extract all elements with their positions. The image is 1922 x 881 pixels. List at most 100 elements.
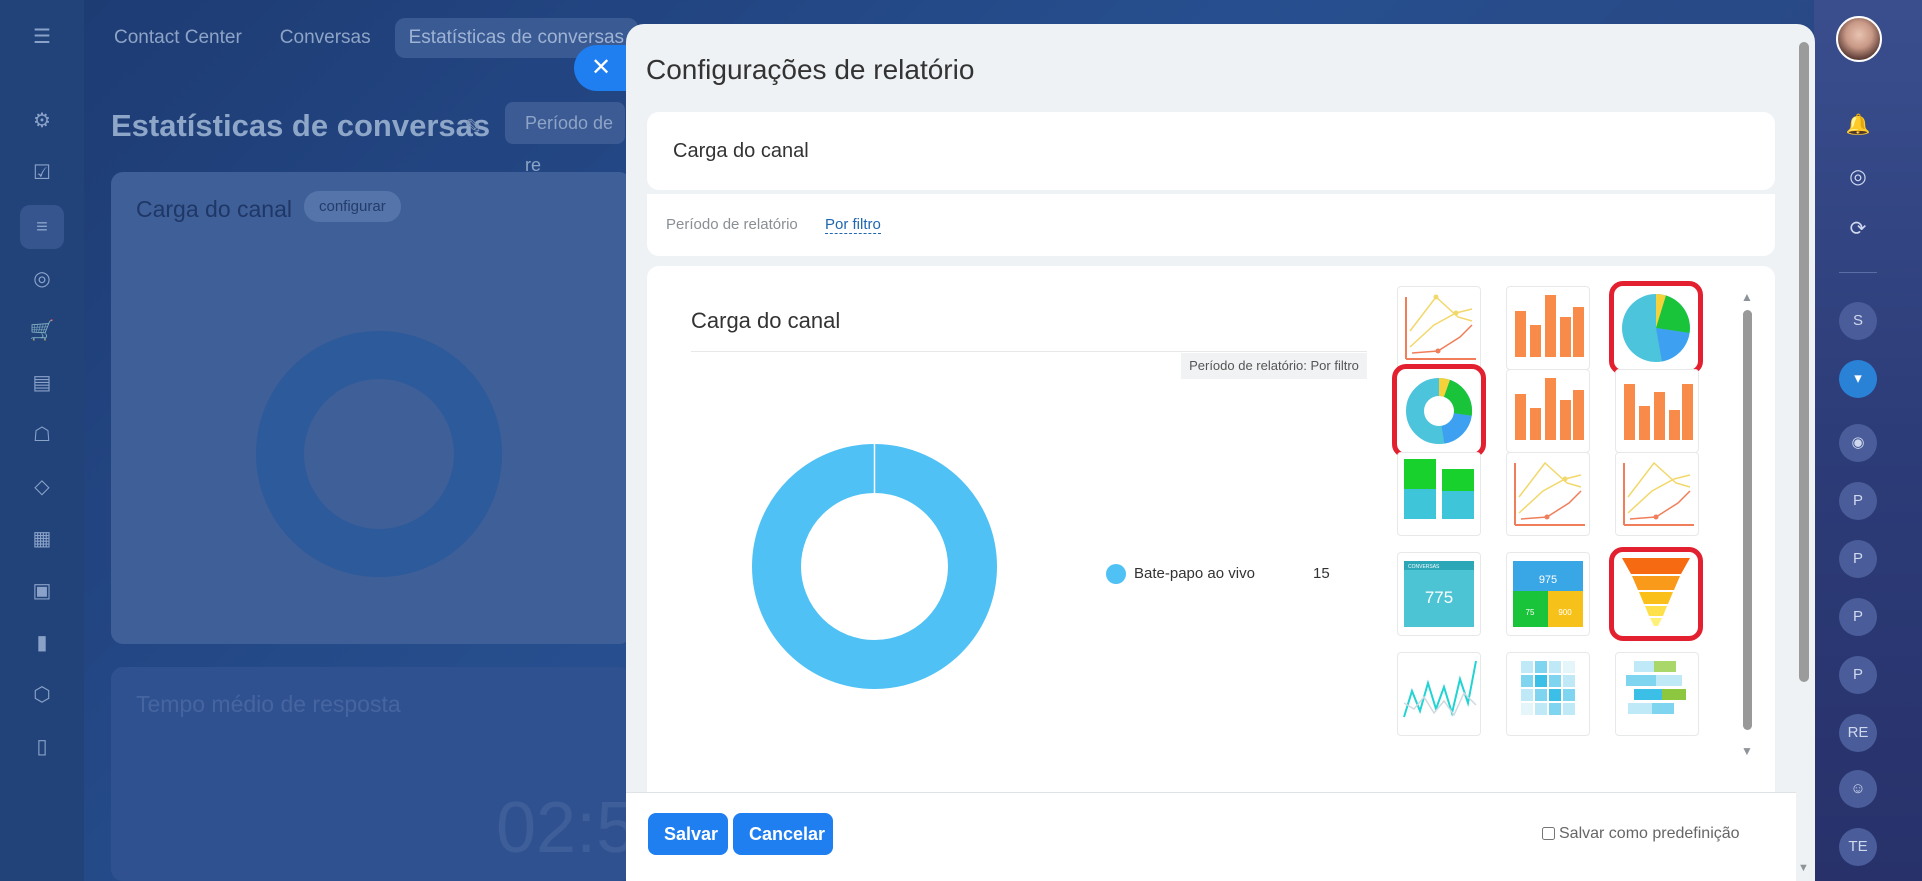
column-chart-thumb-icon <box>1515 378 1584 440</box>
save-button[interactable]: Salvar <box>648 813 728 855</box>
card-donut-chart <box>256 331 502 577</box>
view-grouped-bar-chart[interactable] <box>1615 369 1699 453</box>
view-gantt[interactable] <box>1615 652 1699 736</box>
view-number-block[interactable]: CONVERSAS 775 <box>1397 552 1481 636</box>
line-chart-thumb-icon <box>1405 294 1476 360</box>
bar-chart-thumb-icon <box>1515 295 1584 357</box>
pin-icon[interactable]: ✎ <box>465 114 482 139</box>
report-settings-panel: Configurações de relatório Período de re… <box>626 24 1815 881</box>
contact-avatar-p4[interactable]: P <box>1839 656 1877 694</box>
scroll-down-icon[interactable]: ▼ <box>1741 744 1753 758</box>
kpi-left-value: 75 <box>1526 608 1535 617</box>
contact-avatar-s[interactable]: S <box>1839 302 1877 340</box>
doughnut-thumb-icon <box>1406 378 1473 444</box>
period-filter-link[interactable]: Por filtro <box>825 216 881 234</box>
number-block-label: CONVERSAS <box>1408 564 1440 570</box>
report-name-input[interactable] <box>647 112 1775 190</box>
view-type-gallery: CONVERSAS 775 975 75 900 <box>1392 281 1737 826</box>
cart-icon[interactable]: 🛒 <box>25 314 59 348</box>
user-avatar[interactable] <box>1836 16 1882 62</box>
save-as-preset-label: Salvar como predefinição <box>1559 825 1740 842</box>
view-heatmap[interactable] <box>1506 652 1590 736</box>
view-multi-line-chart[interactable] <box>1506 452 1590 536</box>
scroll-up-icon[interactable]: ▲ <box>1741 290 1753 304</box>
bell-icon[interactable]: 🔔 <box>1839 106 1877 144</box>
contact-avatar-p3[interactable]: P <box>1839 598 1877 636</box>
panel-title: Configurações de relatório <box>646 54 975 85</box>
view-pie-chart[interactable] <box>1609 281 1703 375</box>
donut-segment-bate-papo <box>752 444 997 689</box>
view-bar-chart[interactable] <box>1506 286 1590 370</box>
contact-avatar-cat[interactable]: ☺ <box>1839 770 1877 808</box>
filter-button[interactable]: Período de re <box>505 102 625 175</box>
robot-icon[interactable]: ☖ <box>25 418 59 452</box>
view-line-chart[interactable] <box>1397 286 1481 370</box>
analytics-icon[interactable]: ▮ <box>25 626 59 660</box>
close-panel-button[interactable]: ✕ <box>574 45 628 91</box>
card-title: Carga do canal <box>136 196 292 222</box>
view-trend-line[interactable] <box>1397 652 1481 736</box>
configure-button[interactable]: configurar <box>304 191 401 222</box>
doughnut-chart <box>752 444 997 689</box>
smooth-line-thumb-icon <box>1623 461 1694 526</box>
heatmap-thumb-icon <box>1521 661 1575 715</box>
kpi-right-value: 900 <box>1558 608 1572 617</box>
view-funnel-chart[interactable] <box>1609 547 1703 641</box>
period-card: Período de relatório Por filtro <box>647 194 1775 256</box>
report-card-response-time: Tempo médio de resposta 02:5 <box>111 667 636 881</box>
card-icon[interactable]: ▤ <box>25 366 59 400</box>
kpi-grid-thumb-icon: 975 75 900 <box>1513 561 1583 627</box>
divider <box>691 351 1367 352</box>
contact-avatar-re[interactable]: RE <box>1839 714 1877 752</box>
cancel-button[interactable]: Cancelar <box>733 813 833 855</box>
legend-label: Bate-papo ao vivo <box>1134 565 1255 582</box>
legend-value: 15 <box>1313 565 1330 582</box>
tasks-icon[interactable]: ☑ <box>25 156 59 190</box>
funnel-nav-icon[interactable]: ≡ <box>20 205 64 249</box>
view-doughnut-chart[interactable] <box>1392 364 1486 458</box>
contact-avatar-p2[interactable]: P <box>1839 540 1877 578</box>
preview-card: Carga do canal Período de relatório: Por… <box>647 266 1775 826</box>
report-card-channel-load: Carga do canal configurar <box>111 172 631 644</box>
view-column-chart[interactable] <box>1506 369 1590 453</box>
scroll-thumb[interactable] <box>1743 310 1752 730</box>
contact-avatar-p1[interactable]: P <box>1839 482 1877 520</box>
stacked-bar-thumb-icon <box>1404 459 1474 519</box>
save-as-preset-checkbox[interactable] <box>1542 827 1555 840</box>
contact-avatar-te[interactable]: TE <box>1839 828 1877 866</box>
right-sidebar: 🔔 ◎ ⟳ S ▾ ◉ P P P P RE ☺ TE <box>1814 0 1922 881</box>
panel-scrollbar[interactable] <box>1799 42 1809 682</box>
sync-icon[interactable]: ⟳ <box>1839 210 1877 248</box>
page-title: Estatísticas de conversas <box>111 108 491 143</box>
radar-icon[interactable]: ◎ <box>1839 158 1877 196</box>
trend-line-thumb-icon <box>1403 660 1477 718</box>
kpi-main-value: 975 <box>1539 574 1557 586</box>
period-label: Período de relatório <box>666 216 798 233</box>
bookmark-icon[interactable]: ▾ <box>1839 360 1877 398</box>
target-icon[interactable]: ◎ <box>25 262 59 296</box>
panel-scroll-down-icon[interactable]: ▼ <box>1798 862 1809 874</box>
box-icon[interactable]: ◇ <box>25 470 59 504</box>
view-smooth-line-chart[interactable] <box>1615 452 1699 536</box>
view-kpi-grid[interactable]: 975 75 900 <box>1506 552 1590 636</box>
gallery-scrollbar[interactable]: ▲ ▼ <box>1741 290 1753 770</box>
tab-contact-center[interactable]: Contact Center <box>100 18 256 58</box>
crm-icon[interactable]: ⚙ <box>25 104 59 138</box>
calendar-icon[interactable]: ▣ <box>25 574 59 608</box>
widget-title: Carga do canal <box>691 308 841 333</box>
card-value: 02:5 <box>496 788 637 868</box>
view-stacked-bar-chart[interactable] <box>1397 452 1481 536</box>
save-as-preset[interactable]: Salvar como predefinição <box>1542 825 1740 843</box>
menu-icon[interactable]: ☰ <box>25 20 59 54</box>
period-badge: Período de relatório: Por filtro <box>1181 353 1367 379</box>
left-sidebar: ☰ ⚙ ☑ ≡ ◎ 🛒 ▤ ☖ ◇ ▦ ▣ ▮ ⬡ ▯ <box>0 0 84 881</box>
contact-avatar-logo[interactable]: ◉ <box>1839 424 1877 462</box>
multi-line-thumb-icon <box>1514 461 1585 526</box>
tab-conversas[interactable]: Conversas <box>266 18 385 58</box>
separator <box>1839 272 1877 273</box>
number-block-thumb-icon: CONVERSAS 775 <box>1404 561 1474 627</box>
settings-icon[interactable]: ⬡ <box>25 678 59 712</box>
document-icon[interactable]: ▯ <box>25 730 59 764</box>
warehouse-icon[interactable]: ▦ <box>25 522 59 556</box>
funnel-thumb-icon <box>1622 558 1690 626</box>
